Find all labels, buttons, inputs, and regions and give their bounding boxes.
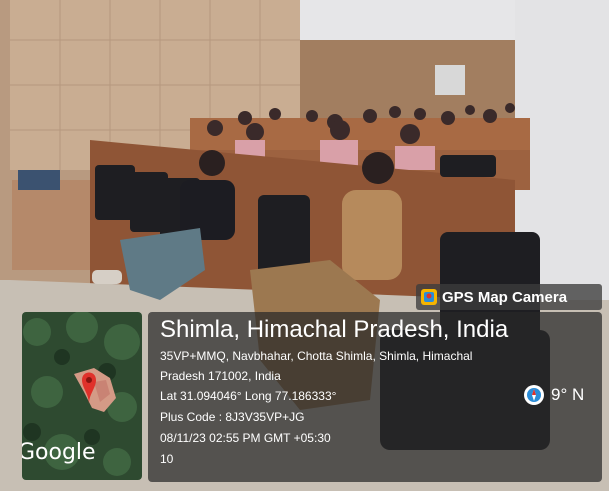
photo-frame: GPS Map Camera Google Shimla, Himachal P… [0, 0, 609, 491]
google-logo: Google [22, 440, 96, 465]
gps-map-camera-badge: GPS Map Camera [416, 284, 602, 310]
compass-icon [524, 385, 544, 405]
plus-code: Plus Code : 8J3V35VP+JG [160, 410, 305, 424]
badge-label: GPS Map Camera [442, 288, 568, 306]
coordinates: Lat 31.094046° Long 77.186333° [160, 389, 337, 403]
datetime: 08/11/23 02:55 PM GMT +05:30 [160, 431, 331, 445]
compass-reading: 9° N [551, 385, 585, 404]
gps-map-camera-icon [421, 289, 437, 305]
extra-value: 10 [160, 452, 174, 466]
address-line-1: 35VP+MMQ, Navbhahar, Chotta Shimla, Shim… [160, 349, 473, 363]
address-line-2: Pradesh 171002, India [160, 369, 281, 383]
location-title: Shimla, Himachal Pradesh, India [160, 316, 509, 343]
map-thumbnail: Google [22, 312, 142, 480]
compass-readout: 9° N [523, 384, 584, 406]
